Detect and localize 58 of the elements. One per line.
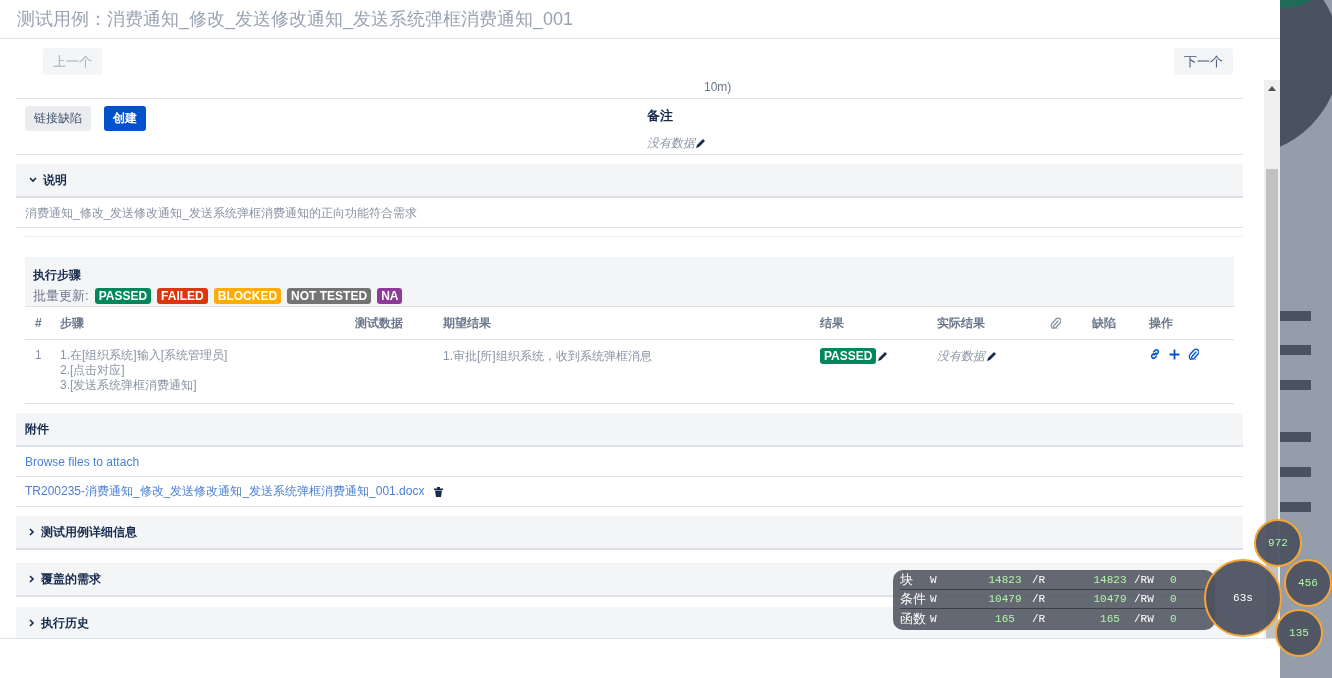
scroll-up-icon[interactable] xyxy=(1268,86,1276,91)
page-title: 测试用例：消费通知_修改_发送修改通知_发送系统弹框消费通知_001 xyxy=(17,8,574,31)
next-button[interactable]: 下一个 xyxy=(1174,48,1233,75)
step-text: 2.[点击对应] xyxy=(60,363,126,378)
pencil-icon[interactable] xyxy=(877,350,889,362)
link-defect-button[interactable]: 链接缺陷 xyxy=(25,106,91,131)
file-link[interactable]: TR200235-消费通知_修改_发送修改通知_发送系统弹框消费通知_001.docx xyxy=(25,483,425,500)
paperclip-icon[interactable] xyxy=(1188,348,1199,360)
notes-label: 备注 xyxy=(647,107,674,125)
stat-value: 165 xyxy=(1099,612,1121,625)
stat-prefix: W xyxy=(930,612,938,625)
column-header: 步骤 xyxy=(60,314,84,332)
section-title: 附件 xyxy=(25,420,49,438)
stat-prefix: W xyxy=(930,574,938,586)
paperclip-icon xyxy=(1050,317,1061,329)
column-header: # xyxy=(35,316,42,330)
status-badge[interactable]: PASSED xyxy=(94,288,152,304)
truncated-text: 10m) xyxy=(704,80,732,94)
stat-prefix: /RW xyxy=(1134,574,1155,586)
step-text: 3.[发送系统弹框消费通知] xyxy=(60,378,198,393)
column-header: 实际结果 xyxy=(937,314,985,332)
counter-tooltip: 972 xyxy=(1254,519,1302,567)
actual-result: 没有数据 xyxy=(937,348,985,365)
expected-result: 1.审批[所]组织系统，收到系统弹框消息 xyxy=(443,348,652,365)
section-header[interactable]: 说明 xyxy=(16,164,1243,198)
description-text: 消费通知_修改_发送修改通知_发送系统弹框消费通知的正向功能符合需求 xyxy=(25,206,418,220)
stat-prefix: /R xyxy=(1032,612,1047,625)
bulk-update-label: 批量更新: xyxy=(33,287,89,305)
stat-label: 块 xyxy=(900,571,914,589)
stat-prefix: /RW xyxy=(1134,612,1155,625)
status-badge[interactable]: NA xyxy=(377,288,403,304)
stat-value: 14823 xyxy=(1092,574,1128,586)
panel-title: 执行步骤 xyxy=(33,267,82,284)
create-button[interactable]: 创建 xyxy=(104,106,146,131)
stat-value: 0 xyxy=(1170,612,1178,625)
trash-icon[interactable] xyxy=(434,486,444,497)
stat-value: 0 xyxy=(1170,574,1178,586)
browse-link[interactable]: Browse files to attach xyxy=(25,454,140,469)
step-text: 1.在[组织系统]输入[系统管理员] xyxy=(60,348,228,363)
stat-label: 函数 xyxy=(900,609,927,628)
pencil-icon[interactable] xyxy=(986,351,997,362)
column-header: 期望结果 xyxy=(443,314,491,332)
notes-value: 没有数据 xyxy=(647,135,695,152)
column-header: 测试数据 xyxy=(355,314,403,332)
row-number: 1 xyxy=(35,348,42,362)
column-header: 操作 xyxy=(1149,314,1173,332)
pencil-icon[interactable] xyxy=(695,138,706,149)
status-badge[interactable]: FAILED xyxy=(157,288,208,304)
stat-value: 165 xyxy=(994,612,1016,625)
column-header: 结果 xyxy=(820,314,844,332)
result-badge: PASSED xyxy=(820,348,877,364)
section-header[interactable]: 测试用例详细信息 xyxy=(16,516,1243,550)
status-badge[interactable]: NOT TESTED xyxy=(287,288,372,304)
stat-prefix: /R xyxy=(1032,574,1047,586)
plus-icon[interactable] xyxy=(1169,348,1180,360)
column-header: 缺陷 xyxy=(1092,314,1116,332)
link-icon[interactable] xyxy=(1149,348,1161,360)
stat-value: 14823 xyxy=(987,574,1023,586)
